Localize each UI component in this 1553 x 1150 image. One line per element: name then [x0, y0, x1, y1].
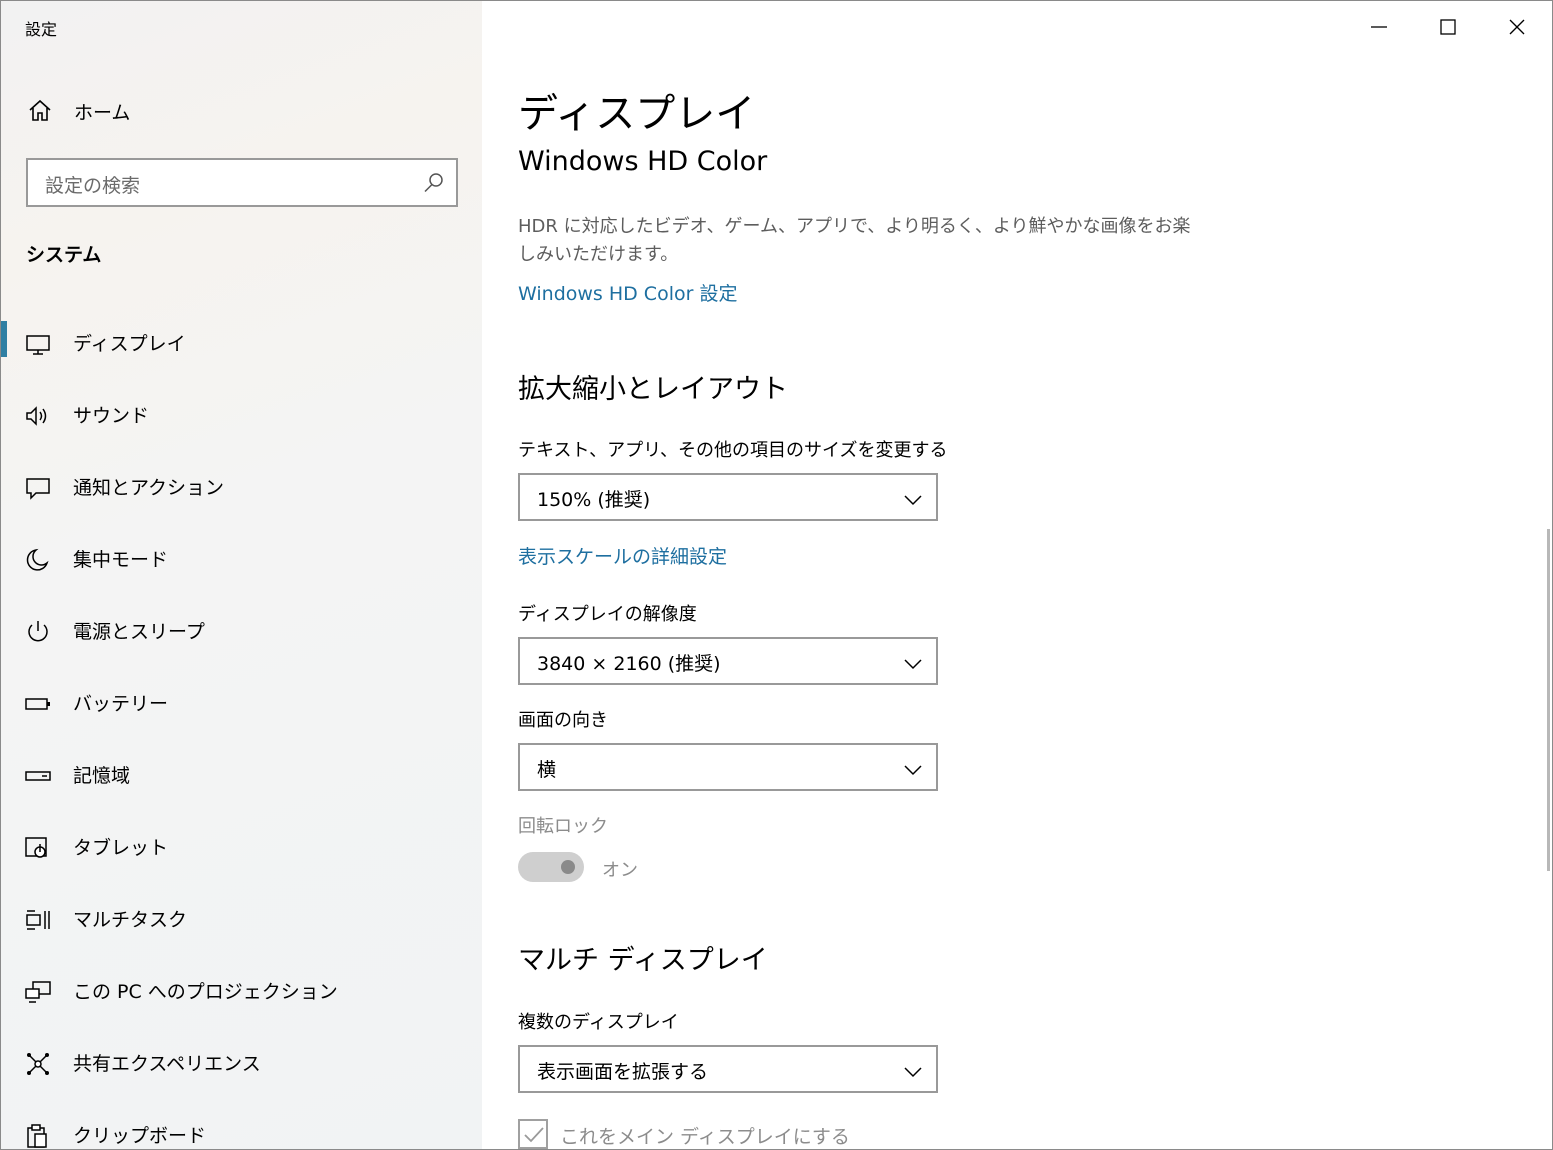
orientation-dropdown[interactable]: 横 — [518, 743, 938, 791]
sidebar-item-sound[interactable]: サウンド — [1, 393, 482, 451]
settings-window: 設定 ホーム 設定の検索 システム ディスプレイ サウンド 通知とアクション 集… — [0, 0, 1553, 1150]
home-icon — [27, 99, 53, 123]
orientation-label: 画面の向き — [518, 710, 608, 731]
sidebar-item-label: クリップボード — [73, 1125, 207, 1147]
sidebar-item-power[interactable]: 電源とスリープ — [1, 609, 482, 667]
selected-indicator — [1, 321, 7, 357]
sidebar-item-label: タブレット — [73, 837, 169, 859]
tablet-icon — [24, 834, 52, 862]
page-title: ディスプレイ — [518, 91, 756, 137]
chevron-down-icon — [904, 655, 922, 670]
sidebar-item-label: 電源とスリープ — [73, 621, 205, 643]
sidebar: 設定 ホーム 設定の検索 システム ディスプレイ サウンド 通知とアクション 集… — [1, 1, 482, 1149]
home-nav-item[interactable]: ホーム — [1, 89, 482, 133]
hd-color-description: HDR に対応したビデオ、ゲーム、アプリで、より明るく、より鮮やかな画像をお楽し… — [518, 216, 1191, 265]
hd-color-heading: Windows HD Color — [518, 146, 768, 177]
resolution-label: ディスプレイの解像度 — [518, 604, 697, 625]
storage-icon — [24, 762, 52, 790]
sidebar-item-label: サウンド — [73, 405, 150, 427]
sidebar-item-label: バッテリー — [73, 693, 169, 715]
checkmark-icon — [524, 1127, 544, 1143]
sidebar-item-tablet[interactable]: タブレット — [1, 825, 482, 883]
main-display-checkbox[interactable] — [518, 1119, 548, 1149]
search-icon[interactable] — [423, 172, 445, 194]
sidebar-item-label: 共有エクスペリエンス — [73, 1053, 261, 1075]
rotation-lock-state: オン — [602, 860, 638, 881]
size-label: テキスト、アプリ、その他の項目のサイズを変更する — [518, 440, 948, 461]
sidebar-item-focus[interactable]: 集中モード — [1, 537, 482, 595]
sidebar-item-projection[interactable]: この PC へのプロジェクション — [1, 969, 482, 1027]
chevron-down-icon — [904, 761, 922, 776]
sidebar-item-label: ディスプレイ — [73, 333, 186, 355]
power-icon — [24, 618, 52, 646]
clipboard-icon — [24, 1122, 52, 1149]
sidebar-item-battery[interactable]: バッテリー — [1, 681, 482, 739]
chevron-down-icon — [904, 1063, 922, 1078]
sidebar-item-storage[interactable]: 記憶域 — [1, 753, 482, 811]
main-display-checkbox-label: これをメイン ディスプレイにする — [560, 1126, 850, 1148]
multiple-displays-label: 複数のディスプレイ — [518, 1012, 679, 1033]
multiple-displays-dropdown[interactable]: 表示画面を拡張する — [518, 1045, 938, 1093]
home-label: ホーム — [74, 101, 131, 124]
app-title: 設定 — [25, 20, 58, 39]
main-content: ディスプレイ Windows HD Color HDR に対応したビデオ、ゲーム… — [518, 1, 1518, 1149]
sidebar-item-label: 通知とアクション — [73, 477, 225, 499]
monitor-icon — [24, 330, 52, 358]
scale-dropdown[interactable]: 150% (推奨) — [518, 473, 938, 521]
resolution-value: 3840 × 2160 (推奨) — [537, 653, 721, 675]
shared-icon — [24, 1050, 52, 1078]
sidebar-item-label: 集中モード — [73, 549, 169, 571]
speaker-icon — [24, 402, 52, 430]
chevron-down-icon — [904, 491, 922, 506]
projection-icon — [24, 978, 52, 1006]
sidebar-item-notifications[interactable]: 通知とアクション — [1, 465, 482, 523]
scrollbar[interactable] — [1547, 529, 1550, 871]
multiple-displays-value: 表示画面を拡張する — [537, 1061, 709, 1083]
hd-color-settings-link[interactable]: Windows HD Color 設定 — [518, 279, 737, 306]
sidebar-item-display[interactable]: ディスプレイ — [1, 321, 482, 379]
resolution-dropdown[interactable]: 3840 × 2160 (推奨) — [518, 637, 938, 685]
toggle-knob — [561, 860, 575, 874]
search-placeholder: 設定の検索 — [45, 175, 141, 197]
multitask-icon — [24, 906, 52, 934]
sidebar-item-label: マルチタスク — [73, 909, 188, 931]
moon-icon — [24, 546, 52, 574]
scale-layout-heading: 拡大縮小とレイアウト — [518, 374, 788, 405]
advanced-scaling-link[interactable]: 表示スケールの詳細設定 — [518, 542, 727, 569]
section-title: システム — [26, 244, 102, 266]
multi-display-heading: マルチ ディスプレイ — [518, 945, 768, 976]
orientation-value: 横 — [537, 759, 557, 781]
sidebar-item-label: 記憶域 — [73, 765, 131, 787]
search-input[interactable]: 設定の検索 — [26, 158, 458, 207]
sidebar-item-multitasking[interactable]: マルチタスク — [1, 897, 482, 955]
scale-value: 150% (推奨) — [537, 489, 651, 511]
rotation-lock-label: 回転ロック — [518, 816, 608, 837]
sidebar-item-clipboard[interactable]: クリップボード — [1, 1113, 482, 1149]
battery-icon — [24, 690, 52, 718]
sidebar-item-shared-experiences[interactable]: 共有エクスペリエンス — [1, 1041, 482, 1099]
notification-icon — [24, 474, 52, 502]
sidebar-item-label: この PC へのプロジェクション — [73, 981, 338, 1003]
rotation-lock-toggle[interactable] — [518, 852, 584, 882]
